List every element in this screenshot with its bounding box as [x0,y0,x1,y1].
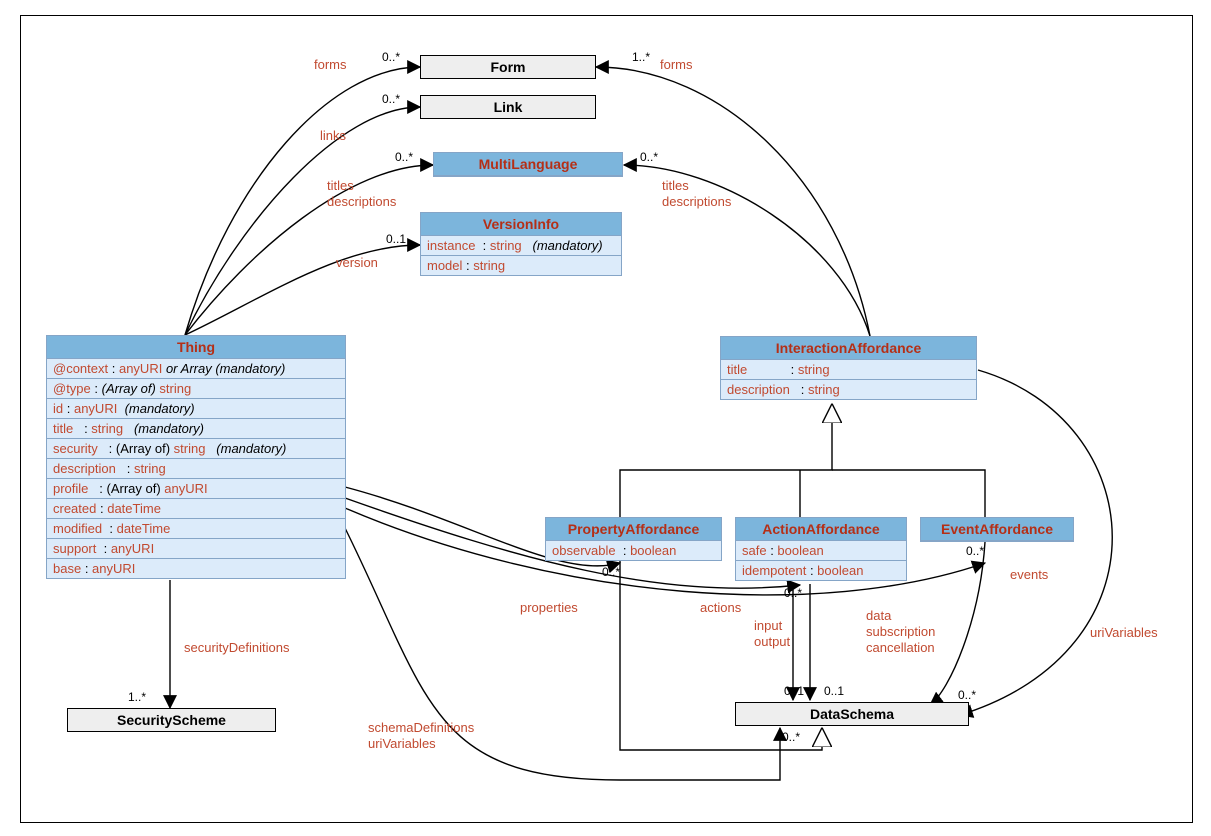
class-multilanguage: MultiLanguage [433,152,623,177]
mul-form-left: 0..* [382,50,400,64]
lbl-forms-left: forms [314,57,347,72]
mul-ds-out: 0..1 [824,684,844,698]
mul-version: 0..1 [386,232,406,246]
class-link: Link [420,95,596,119]
lbl-forms-right: forms [660,57,693,72]
lbl-data: data [866,608,891,623]
mul-ml-right: 0..* [640,150,658,164]
class-securityscheme: SecurityScheme [67,708,276,732]
lbl-events: events [1010,567,1048,582]
lbl-properties: properties [520,600,578,615]
lbl-secdef: securityDefinitions [184,640,290,655]
lbl-cancel: cancellation [866,640,935,655]
lbl-schemadef: schemaDefinitions [368,720,474,735]
lbl-urivars-left: uriVariables [368,736,436,751]
mul-aa: 0..* [784,586,802,600]
lbl-version: version [336,255,378,270]
mul-ds-in: 0..1 [784,684,804,698]
mul-ds-schemadef: 0..* [782,730,800,744]
mul-ds-ea: 0..* [958,688,976,702]
mul-form-right: 1..* [632,50,650,64]
class-eventaffordance: EventAffordance [920,517,1074,542]
class-form: Form [420,55,596,79]
lbl-actions: actions [700,600,741,615]
mul-ml-left: 0..* [395,150,413,164]
lbl-titles-left: titles [327,178,354,193]
class-actionaffordance: ActionAffordance safe : boolean idempote… [735,517,907,581]
uml-diagram: Form Link SecurityScheme DataSchema Mult… [0,0,1211,836]
lbl-input: input [754,618,782,633]
class-propertyaffordance: PropertyAffordance observable : boolean [545,517,722,561]
mul-ea: 0..* [966,544,984,558]
lbl-output: output [754,634,790,649]
lbl-desc-left: descriptions [327,194,396,209]
mul-pa: 0..* [602,565,620,579]
lbl-links: links [320,128,346,143]
class-dataschema: DataSchema [735,702,969,726]
lbl-sub: subscription [866,624,935,639]
class-interactionaffordance: InteractionAffordance title : string des… [720,336,977,400]
class-versioninfo: VersionInfo instance : string (mandatory… [420,212,622,276]
mul-sec: 1..* [128,690,146,704]
mul-link: 0..* [382,92,400,106]
lbl-titles-right: titles [662,178,689,193]
class-thing: Thing @context : anyURI or Array (mandat… [46,335,346,579]
lbl-desc-right: descriptions [662,194,731,209]
lbl-urivars-right: uriVariables [1090,625,1158,640]
